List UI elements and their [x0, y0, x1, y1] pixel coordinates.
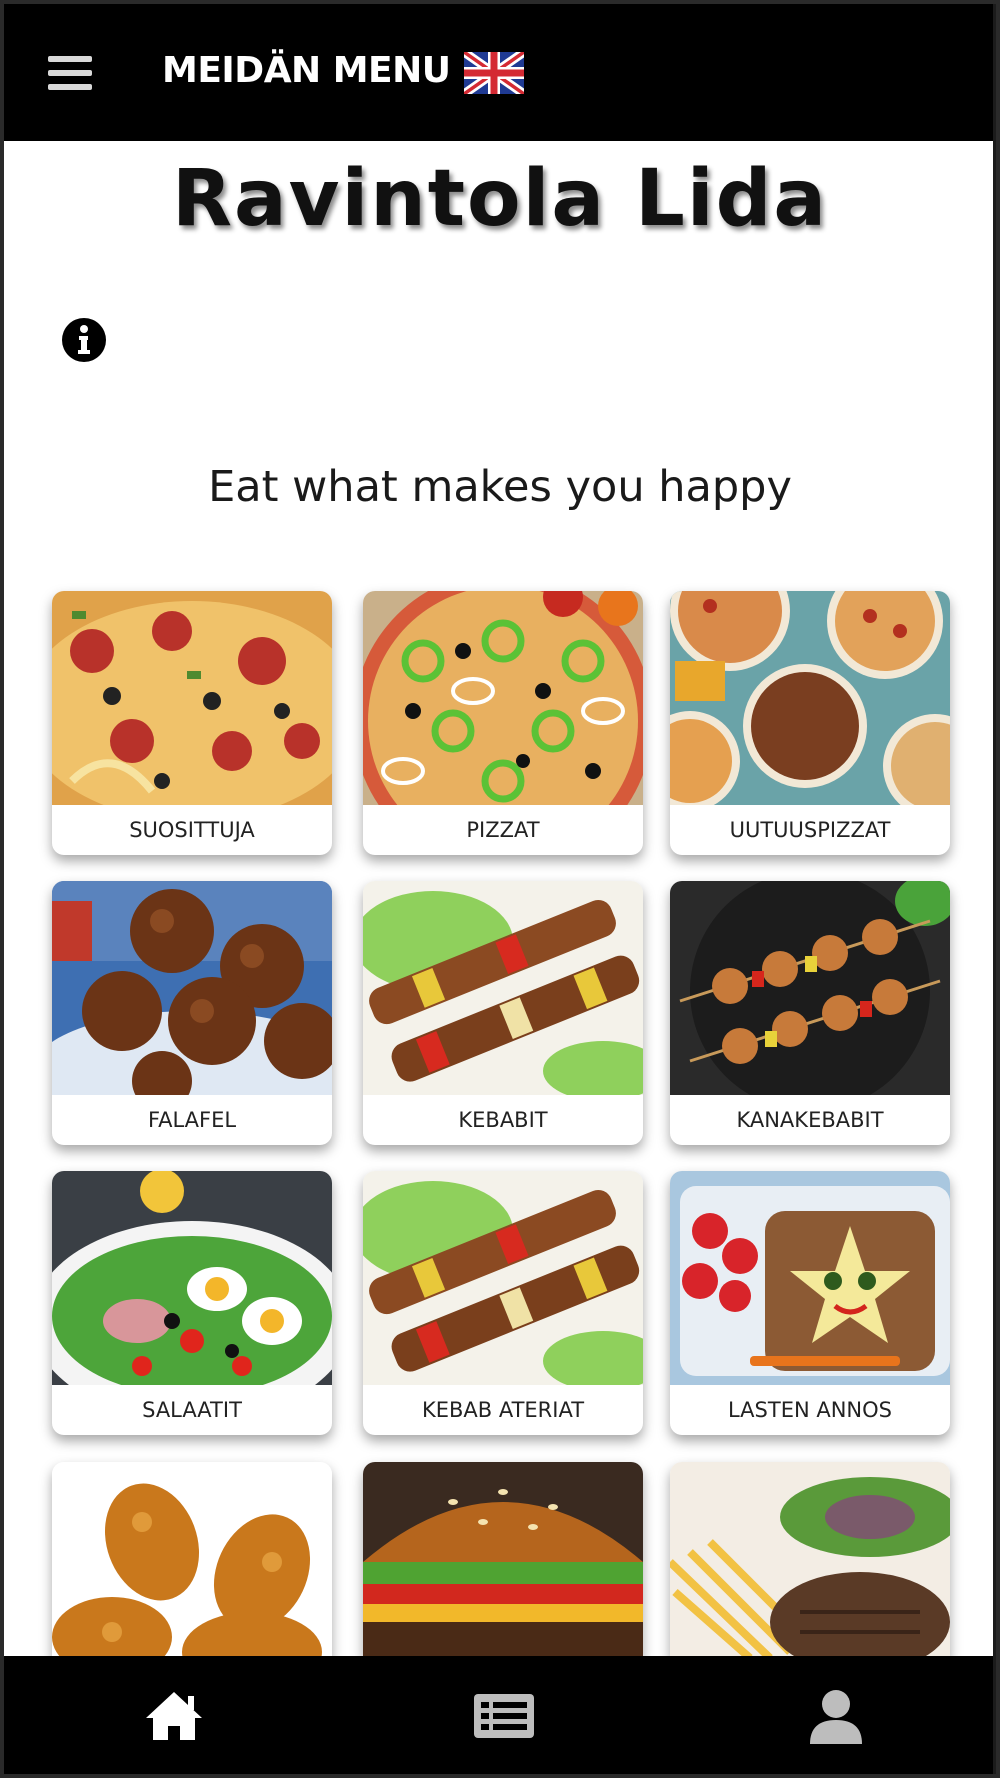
category-label: PIZZAT: [466, 818, 540, 842]
restaurant-name: Ravintola Lida: [171, 154, 829, 244]
category-card-chicken[interactable]: [52, 1462, 332, 1658]
tagline: Eat what makes you happy: [208, 462, 792, 512]
category-card-pizzat[interactable]: PIZZAT: [363, 591, 643, 855]
category-label: LASTEN ANNOS: [727, 1398, 892, 1422]
uk-flag-icon[interactable]: [464, 52, 524, 94]
category-card-kanakebabit[interactable]: KANAKEBABIT: [670, 881, 950, 1145]
category-label: KANAKEBABIT: [736, 1108, 884, 1132]
bottom-nav: [4, 1656, 993, 1774]
category-card-kebab-ateriat[interactable]: KEBAB ATERIAT: [363, 1171, 643, 1435]
category-card-falafel[interactable]: FALAFEL: [52, 881, 332, 1145]
category-card-burgers[interactable]: [363, 1462, 643, 1658]
hamburger-icon[interactable]: [48, 56, 96, 90]
category-card-steaks[interactable]: [670, 1462, 950, 1658]
pizza-assortment-image: [670, 591, 950, 805]
home-icon[interactable]: [142, 1686, 206, 1746]
category-label: SALAATIT: [142, 1398, 242, 1422]
brand-title[interactable]: MEIDÄN MENU: [162, 50, 451, 91]
steak-fries-image: [670, 1462, 950, 1658]
category-card-uutuuspizzat[interactable]: UUTUUSPIZZAT: [670, 591, 950, 855]
kebab-skewers-image: [363, 881, 643, 1095]
info-icon[interactable]: [61, 317, 107, 363]
menu-list-icon[interactable]: [472, 1686, 536, 1746]
chicken-skewers-image: [670, 881, 950, 1095]
category-label: KEBAB ATERIAT: [421, 1398, 585, 1422]
salad-image: [52, 1171, 332, 1385]
category-label: UUTUUSPIZZAT: [729, 818, 891, 842]
category-card-suosittuja[interactable]: SUOSITTUJA: [52, 591, 332, 855]
category-label: SUOSITTUJA: [129, 818, 255, 842]
burger-image: [363, 1462, 643, 1658]
category-label: KEBABIT: [458, 1108, 548, 1132]
app-screen: MEIDÄN MENU Ravintola Lida Eat what make…: [4, 4, 996, 1774]
falafel-image: [52, 881, 332, 1095]
category-label: FALAFEL: [147, 1108, 237, 1132]
pizza-peppers-image: [363, 591, 643, 805]
category-card-salaatit[interactable]: SALAATIT: [52, 1171, 332, 1435]
pizza-closeup-image: [52, 591, 332, 805]
category-card-lasten-annos[interactable]: LASTEN ANNOS: [670, 1171, 950, 1435]
kebab-skewers-image: [363, 1171, 643, 1385]
user-icon[interactable]: [804, 1686, 868, 1746]
top-bar: MEIDÄN MENU: [4, 4, 993, 141]
kids-meal-image: [670, 1171, 950, 1385]
fried-chicken-image: [52, 1462, 332, 1658]
category-card-kebabit[interactable]: KEBABIT: [363, 881, 643, 1145]
